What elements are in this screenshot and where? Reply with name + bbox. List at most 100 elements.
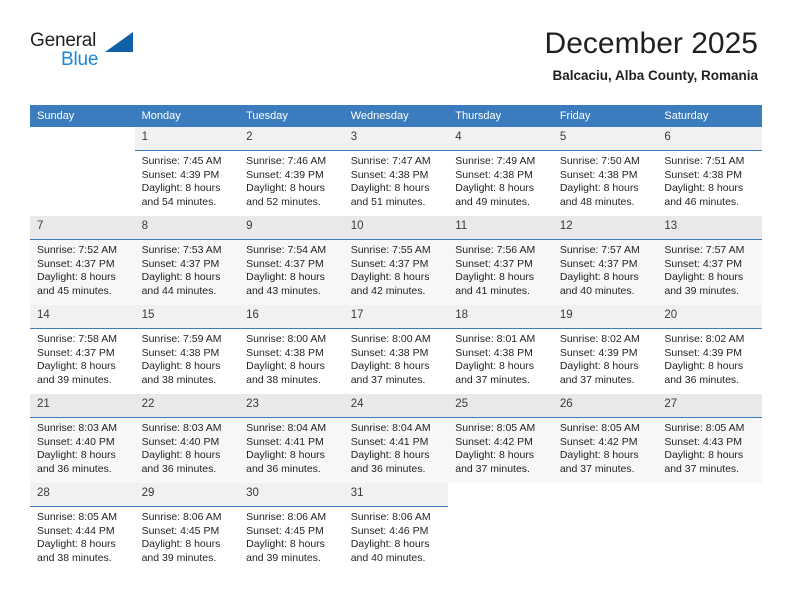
calendar-day-cell[interactable]: 8 Sunrise: 7:53 AM Sunset: 4:37 PM Daylight… bbox=[134, 216, 240, 305]
calendar-day-cell[interactable]: 14 Sunrise: 7:58 AM Sunset: 4:37 PM Dayligh… bbox=[30, 305, 135, 394]
calendar-day-cell[interactable]: 1 Sunrise: 7:45 AM Sunset: 4:39 PM Daylight… bbox=[134, 127, 240, 216]
day-number bbox=[657, 483, 762, 506]
day-sun-info: Sunrise: 7:49 AM Sunset: 4:38 PM Daylight:… bbox=[448, 151, 553, 209]
calendar-day-cell[interactable]: 18 Sunrise: 8:01 AM Sunset: 4:38 PM Dayligh… bbox=[448, 305, 553, 394]
day-cell-inner: 19 Sunrise: 8:02 AM Sunset: 4:39 PM Dayligh… bbox=[552, 305, 658, 394]
calendar-day-cell[interactable]: 15 Sunrise: 7:59 AM Sunset: 4:38 PM Dayligh… bbox=[134, 305, 240, 394]
day-sun-info: Sunrise: 8:05 AM Sunset: 4:43 PM Daylight:… bbox=[657, 418, 762, 476]
day-sun-info: Sunrise: 7:45 AM Sunset: 4:39 PM Daylight:… bbox=[135, 151, 240, 209]
day-number: 14 bbox=[30, 305, 135, 329]
sunset-text: Sunset: 4:45 PM bbox=[141, 524, 220, 537]
calendar-day-cell[interactable]: 7 Sunrise: 7:52 AM Sunset: 4:37 PM Daylight… bbox=[30, 216, 135, 305]
calendar-day-cell[interactable]: 11 Sunrise: 7:56 AM Sunset: 4:37 PM Dayligh… bbox=[448, 216, 553, 305]
day-sun-info: Sunrise: 7:59 AM Sunset: 4:38 PM Daylight:… bbox=[135, 329, 240, 387]
day-number: 23 bbox=[239, 394, 344, 418]
day-number: 11 bbox=[448, 216, 553, 240]
calendar-day-cell[interactable]: 24 Sunrise: 8:04 AM Sunset: 4:41 PM Dayligh… bbox=[343, 394, 449, 483]
sunset-text: Sunset: 4:37 PM bbox=[141, 257, 220, 270]
daylight-text-line1: Daylight: 8 hours bbox=[664, 449, 744, 462]
calendar-day-cell[interactable]: 30 Sunrise: 8:06 AM Sunset: 4:45 PM Dayligh… bbox=[239, 483, 344, 572]
calendar-day-cell[interactable]: 20 Sunrise: 8:02 AM Sunset: 4:39 PM Dayligh… bbox=[657, 305, 762, 394]
sunrise-text: Sunrise: 8:05 AM bbox=[37, 511, 117, 523]
calendar-day-cell bbox=[657, 483, 762, 572]
weekday-header-row: Sunday Monday Tuesday Wednesday Thursday… bbox=[30, 105, 762, 127]
calendar-day-cell[interactable]: 9 Sunrise: 7:54 AM Sunset: 4:37 PM Daylight… bbox=[239, 216, 344, 305]
daylight-text-line2: and 40 minutes. bbox=[350, 551, 426, 564]
calendar-day-cell[interactable]: 3 Sunrise: 7:47 AM Sunset: 4:38 PM Daylight… bbox=[343, 127, 449, 216]
calendar-day-cell[interactable]: 16 Sunrise: 8:00 AM Sunset: 4:38 PM Dayligh… bbox=[239, 305, 344, 394]
calendar-day-cell[interactable]: 22 Sunrise: 8:03 AM Sunset: 4:40 PM Dayligh… bbox=[134, 394, 240, 483]
calendar-day-cell[interactable]: 17 Sunrise: 8:00 AM Sunset: 4:38 PM Dayligh… bbox=[343, 305, 449, 394]
day-number bbox=[448, 483, 553, 506]
daylight-text-line1: Daylight: 8 hours bbox=[664, 271, 744, 284]
sunrise-text: Sunrise: 8:06 AM bbox=[246, 511, 327, 523]
calendar-day-cell[interactable]: 4 Sunrise: 7:49 AM Sunset: 4:38 PM Daylight… bbox=[448, 127, 553, 216]
calendar-day-cell[interactable]: 27 Sunrise: 8:05 AM Sunset: 4:43 PM Dayligh… bbox=[657, 394, 762, 483]
weekday-header-thursday: Thursday bbox=[448, 105, 553, 127]
daylight-text-line1: Daylight: 8 hours bbox=[350, 449, 430, 462]
sunset-text: Sunset: 4:38 PM bbox=[246, 346, 324, 359]
day-sun-info: Sunrise: 7:51 AM Sunset: 4:38 PM Daylight:… bbox=[657, 151, 762, 209]
daylight-text-line1: Daylight: 8 hours bbox=[246, 360, 325, 373]
calendar-day-cell[interactable]: 25 Sunrise: 8:05 AM Sunset: 4:42 PM Dayligh… bbox=[448, 394, 553, 483]
calendar-day-cell[interactable]: 23 Sunrise: 8:04 AM Sunset: 4:41 PM Dayligh… bbox=[239, 394, 344, 483]
calendar-day-cell[interactable]: 21 Sunrise: 8:03 AM Sunset: 4:40 PM Dayligh… bbox=[30, 394, 135, 483]
weekday-header-friday: Friday bbox=[552, 105, 658, 127]
daylight-text-line1: Daylight: 8 hours bbox=[455, 449, 535, 462]
daylight-text-line2: and 54 minutes. bbox=[141, 195, 217, 208]
sunset-text: Sunset: 4:40 PM bbox=[141, 435, 220, 448]
day-sun-info: Sunrise: 8:06 AM Sunset: 4:45 PM Daylight:… bbox=[135, 507, 240, 565]
daylight-text-line2: and 36 minutes. bbox=[664, 373, 740, 386]
daylight-text-line2: and 39 minutes. bbox=[37, 373, 112, 386]
logo-triangle-icon bbox=[105, 32, 133, 52]
calendar-week-row: 7 Sunrise: 7:52 AM Sunset: 4:37 PM Daylight… bbox=[30, 216, 762, 305]
daylight-text-line1: Daylight: 8 hours bbox=[246, 182, 325, 195]
day-sun-info: Sunrise: 7:58 AM Sunset: 4:37 PM Daylight:… bbox=[30, 329, 135, 387]
daylight-text-line2: and 36 minutes. bbox=[37, 462, 112, 475]
sunrise-text: Sunrise: 8:01 AM bbox=[455, 333, 536, 345]
calendar-day-cell[interactable]: 29 Sunrise: 8:06 AM Sunset: 4:45 PM Dayligh… bbox=[134, 483, 240, 572]
daylight-text-line1: Daylight: 8 hours bbox=[559, 360, 639, 373]
weekday-header-wednesday: Wednesday bbox=[343, 105, 449, 127]
calendar-day-cell[interactable]: 2 Sunrise: 7:46 AM Sunset: 4:39 PM Daylight… bbox=[239, 127, 344, 216]
daylight-text-line2: and 41 minutes. bbox=[455, 284, 530, 297]
day-number: 12 bbox=[552, 216, 658, 240]
calendar-day-cell[interactable]: 26 Sunrise: 8:05 AM Sunset: 4:42 PM Dayligh… bbox=[552, 394, 658, 483]
daylight-text-line2: and 42 minutes. bbox=[350, 284, 426, 297]
calendar-day-cell[interactable]: 31 Sunrise: 8:06 AM Sunset: 4:46 PM Dayligh… bbox=[343, 483, 449, 572]
day-cell-inner: 17 Sunrise: 8:00 AM Sunset: 4:38 PM Dayligh… bbox=[343, 305, 449, 394]
daylight-text-line1: Daylight: 8 hours bbox=[455, 360, 535, 373]
sunset-text: Sunset: 4:46 PM bbox=[350, 524, 429, 537]
calendar-day-cell[interactable]: 19 Sunrise: 8:02 AM Sunset: 4:39 PM Dayligh… bbox=[552, 305, 658, 394]
daylight-text-line2: and 36 minutes. bbox=[141, 462, 217, 475]
day-number: 24 bbox=[343, 394, 449, 418]
day-sun-info: Sunrise: 8:01 AM Sunset: 4:38 PM Daylight:… bbox=[448, 329, 553, 387]
daylight-text-line2: and 37 minutes. bbox=[455, 462, 530, 475]
day-number: 26 bbox=[552, 394, 658, 418]
calendar-day-cell[interactable]: 6 Sunrise: 7:51 AM Sunset: 4:38 PM Daylight… bbox=[657, 127, 762, 216]
daylight-text-line1: Daylight: 8 hours bbox=[246, 538, 325, 551]
daylight-text-line2: and 37 minutes. bbox=[664, 462, 740, 475]
sunset-text: Sunset: 4:38 PM bbox=[141, 346, 220, 359]
day-sun-info: Sunrise: 8:06 AM Sunset: 4:46 PM Daylight:… bbox=[344, 507, 449, 565]
calendar-day-cell[interactable]: 12 Sunrise: 7:57 AM Sunset: 4:37 PM Dayligh… bbox=[552, 216, 658, 305]
generalblue-logo[interactable]: General Blue bbox=[30, 30, 150, 80]
calendar-week-row: 21 Sunrise: 8:03 AM Sunset: 4:40 PM Dayligh… bbox=[30, 394, 762, 483]
weekday-header-monday: Monday bbox=[134, 105, 240, 127]
day-number: 1 bbox=[134, 127, 240, 151]
day-cell-inner: 6 Sunrise: 7:51 AM Sunset: 4:38 PM Daylight… bbox=[657, 127, 762, 216]
calendar-day-cell bbox=[448, 483, 553, 572]
calendar-day-cell[interactable]: 13 Sunrise: 7:57 AM Sunset: 4:37 PM Dayligh… bbox=[657, 216, 762, 305]
day-cell-inner: 28 Sunrise: 8:05 AM Sunset: 4:44 PM Dayligh… bbox=[30, 483, 135, 572]
day-cell-inner: 30 Sunrise: 8:06 AM Sunset: 4:45 PM Dayligh… bbox=[239, 483, 344, 572]
day-sun-info: Sunrise: 8:06 AM Sunset: 4:45 PM Daylight:… bbox=[239, 507, 344, 565]
calendar-day-cell[interactable]: 10 Sunrise: 7:55 AM Sunset: 4:37 PM Dayligh… bbox=[343, 216, 449, 305]
calendar-day-cell[interactable]: 28 Sunrise: 8:05 AM Sunset: 4:44 PM Dayligh… bbox=[30, 483, 135, 572]
day-sun-info: Sunrise: 8:03 AM Sunset: 4:40 PM Daylight:… bbox=[135, 418, 240, 476]
sunset-text: Sunset: 4:37 PM bbox=[246, 257, 324, 270]
calendar-day-cell[interactable]: 5 Sunrise: 7:50 AM Sunset: 4:38 PM Daylight… bbox=[552, 127, 658, 216]
calendar-head: Sunday Monday Tuesday Wednesday Thursday… bbox=[30, 105, 762, 127]
sunrise-text: Sunrise: 7:59 AM bbox=[141, 333, 222, 345]
day-number: 7 bbox=[30, 216, 135, 240]
day-cell-inner: 10 Sunrise: 7:55 AM Sunset: 4:37 PM Dayligh… bbox=[343, 216, 449, 305]
